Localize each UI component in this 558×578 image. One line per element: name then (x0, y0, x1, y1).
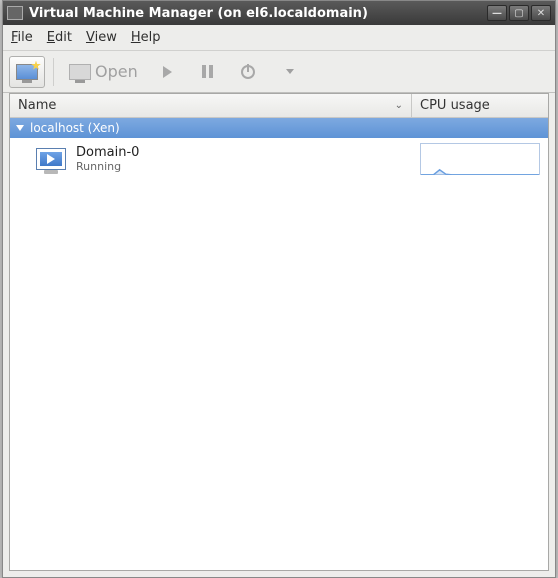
menu-file[interactable]: File (11, 30, 33, 45)
vm-name: Domain-0 (76, 145, 420, 160)
power-icon (241, 65, 255, 79)
open-label: Open (95, 62, 138, 81)
menu-help[interactable]: Help (131, 30, 161, 45)
titlebar[interactable]: Virtual Machine Manager (on el6.localdom… (3, 1, 555, 25)
toolbar: Open (3, 51, 555, 93)
menu-view[interactable]: View (86, 30, 117, 45)
monitor-icon (69, 64, 91, 80)
app-icon (7, 6, 23, 20)
vm-running-icon (36, 148, 66, 170)
vm-text: Domain-0 Running (76, 145, 420, 173)
cpu-usage-chart (420, 143, 540, 175)
play-icon (163, 66, 172, 78)
sort-indicator-icon: ⌄ (395, 100, 403, 111)
close-button[interactable]: ✕ (531, 5, 551, 21)
app-window: Virtual Machine Manager (on el6.localdom… (2, 0, 556, 578)
chevron-down-icon (286, 69, 294, 74)
host-label: localhost (Xen) (30, 121, 120, 135)
host-row[interactable]: localhost (Xen) (10, 118, 548, 138)
column-header-name[interactable]: Name ⌄ (10, 94, 412, 117)
column-name-label: Name (18, 98, 56, 113)
shutdown-button[interactable] (231, 56, 265, 88)
minimize-button[interactable]: — (487, 5, 507, 21)
window-title: Virtual Machine Manager (on el6.localdom… (29, 6, 485, 21)
vm-status: Running (76, 160, 420, 173)
vm-list: Name ⌄ CPU usage localhost (Xen) Domain-… (9, 93, 549, 571)
open-button[interactable]: Open (62, 56, 145, 88)
toolbar-separator (53, 58, 54, 86)
shutdown-menu-button[interactable] (271, 56, 305, 88)
table-header: Name ⌄ CPU usage (10, 94, 548, 118)
monitor-new-icon (16, 64, 38, 80)
pause-icon (202, 65, 213, 78)
column-cpu-label: CPU usage (420, 98, 490, 113)
maximize-button[interactable]: ▢ (509, 5, 529, 21)
new-vm-button[interactable] (9, 56, 45, 88)
column-header-cpu[interactable]: CPU usage (412, 94, 548, 117)
vm-row[interactable]: Domain-0 Running (10, 138, 548, 180)
menu-edit[interactable]: Edit (47, 30, 72, 45)
menubar: File Edit View Help (3, 25, 555, 51)
pause-button[interactable] (191, 56, 225, 88)
run-button[interactable] (151, 56, 185, 88)
expand-icon (16, 125, 24, 131)
